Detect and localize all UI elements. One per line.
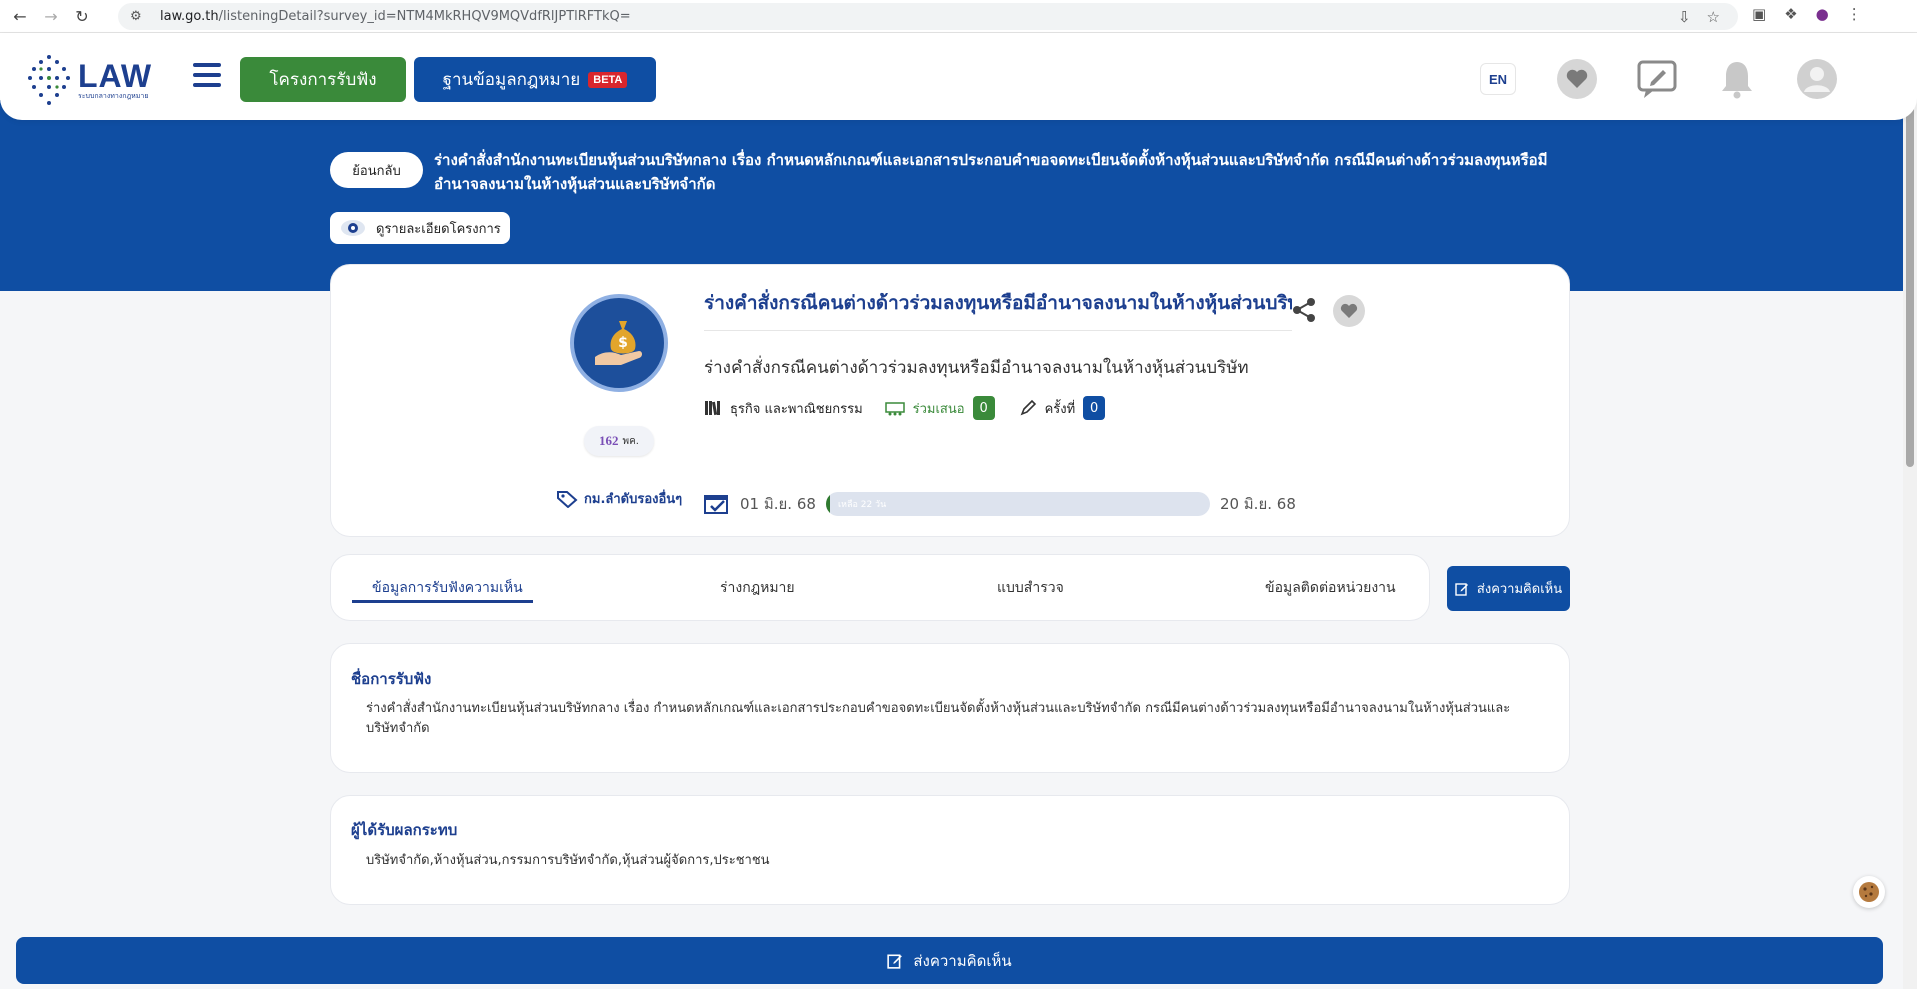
notification-bell-icon[interactable] bbox=[1716, 58, 1758, 100]
affected-parties-card bbox=[330, 795, 1570, 905]
page-scrollbar[interactable] bbox=[1903, 33, 1917, 989]
group-icon bbox=[884, 402, 905, 416]
beta-badge: BETA bbox=[588, 71, 628, 88]
send-comment-label: ส่งความคิดเห็น bbox=[1476, 582, 1563, 597]
tab-hearing-info[interactable]: ข้อมูลการรับฟังความเห็น bbox=[372, 577, 523, 599]
user-avatar-icon[interactable] bbox=[1796, 58, 1838, 100]
books-icon bbox=[705, 401, 720, 416]
nav-listening-projects-button[interactable]: โครงการรับฟัง bbox=[240, 57, 406, 102]
nav-listening-label: โครงการรับฟัง bbox=[269, 70, 377, 90]
start-date: 01 มิ.ย. 68 bbox=[740, 495, 816, 513]
bookmark-star-icon[interactable]: ☆ bbox=[1707, 8, 1720, 26]
affected-parties-title: ผู้ได้รับผลกระทบ bbox=[351, 821, 458, 839]
ministry-badge: 162 พค. bbox=[584, 426, 654, 456]
logo-subtext: ระบบกลางทางกฎหมาย bbox=[78, 92, 149, 100]
send-comment-footer-button[interactable]: ส่งความคิดเห็น bbox=[16, 937, 1883, 984]
badge-number: 162 bbox=[599, 433, 619, 448]
cookie-settings-icon[interactable] bbox=[1853, 876, 1885, 908]
edit-icon bbox=[887, 953, 903, 969]
subject-title: ร่างคำสั่งกรณีคนต่างด้าวร่วมลงทุนหรือมีอ… bbox=[704, 288, 1292, 331]
law-type-label: กม.ลำดับรองอื่นๆ bbox=[584, 492, 683, 507]
end-date: 20 มิ.ย. 68 bbox=[1219, 495, 1296, 513]
view-project-details-label: ดูรายละเอียดโครงการ bbox=[376, 221, 501, 237]
site-info-icon[interactable]: ⚙ bbox=[130, 9, 146, 25]
progress-fill bbox=[825, 492, 830, 516]
nav-law-database-button[interactable]: ฐานข้อมูลกฎหมาย BETA bbox=[414, 57, 656, 102]
address-bar[interactable]: ⚙ law.go.th/listeningDetail?survey_id=NT… bbox=[118, 3, 1738, 30]
url-host: law.go.th bbox=[160, 9, 219, 24]
share-icon[interactable] bbox=[1292, 297, 1316, 323]
hearing-name-title: ชื่อการรับฟัง bbox=[351, 670, 432, 688]
favorites-heart-icon[interactable] bbox=[1556, 58, 1598, 100]
hamburger-menu-icon[interactable] bbox=[193, 63, 221, 87]
svg-text:$: $ bbox=[618, 335, 628, 351]
active-tab-indicator bbox=[352, 600, 533, 603]
money-bag-icon: $ bbox=[570, 294, 668, 392]
logo-text: LAW bbox=[78, 58, 153, 94]
browser-toolbar: ← → ↻ ⚙ law.go.th/listeningDetail?survey… bbox=[0, 0, 1917, 33]
hearing-name-body: ร่างคำสั่งสำนักงานทะเบียนหุ้นส่วนบริษัทก… bbox=[366, 701, 1511, 736]
forward-arrow-icon[interactable]: → bbox=[40, 5, 62, 27]
back-arrow-icon[interactable]: ← bbox=[9, 5, 31, 27]
tab-draft-law[interactable]: ร่างกฎหมาย bbox=[720, 577, 795, 599]
view-project-details-button[interactable]: ดูรายละเอียดโครงการ bbox=[330, 212, 510, 244]
back-button[interactable]: ย้อนกลับ bbox=[330, 152, 423, 188]
profile-icon[interactable]: ● bbox=[1816, 5, 1829, 23]
favorite-heart-icon[interactable] bbox=[1333, 295, 1365, 327]
reload-icon[interactable]: ↻ bbox=[71, 5, 93, 27]
site-logo[interactable]: LAW ระบบกลางทางกฎหมาย bbox=[26, 53, 152, 107]
badge-suffix: พค. bbox=[622, 435, 639, 447]
url-text[interactable]: law.go.th/listeningDetail?survey_id=NTM4… bbox=[160, 9, 631, 24]
tag-icon bbox=[557, 490, 578, 508]
times-label: ครั้งที่ bbox=[1044, 401, 1076, 417]
listening-period: 01 มิ.ย. 68 เหลือ 22 วัน 20 มิ.ย. 68 bbox=[704, 492, 1296, 516]
extension-icon[interactable]: ▣ bbox=[1752, 5, 1766, 23]
category-label: ธุรกิจ และพาณิชยกรรม bbox=[730, 401, 863, 417]
feedback-chat-icon[interactable] bbox=[1636, 58, 1678, 100]
remaining-days-label: เหลือ 22 วัน bbox=[837, 500, 887, 510]
edit-icon bbox=[1455, 582, 1468, 596]
calendar-check-icon bbox=[704, 495, 728, 514]
send-comment-footer-label: ส่งความคิดเห็น bbox=[913, 951, 1012, 970]
nav-law-database-label: ฐานข้อมูลกฎหมาย bbox=[442, 70, 581, 90]
times-count: 0 bbox=[1083, 396, 1106, 420]
url-path: /listeningDetail?survey_id=NTM4MkRHQV9MQ… bbox=[218, 9, 631, 24]
listening-progress-bar: เหลือ 22 วัน bbox=[825, 492, 1210, 516]
language-toggle[interactable]: EN bbox=[1480, 63, 1516, 95]
join-label: ร่วมเสนอ bbox=[912, 401, 965, 417]
send-comment-button[interactable]: ส่งความคิดเห็น bbox=[1447, 566, 1570, 611]
subject-meta: ธุรกิจ และพาณิชยกรรม ร่วมเสนอ 0 ครั้งที่… bbox=[704, 396, 1106, 420]
tab-agency-contact[interactable]: ข้อมูลติดต่อหน่วยงาน bbox=[1265, 577, 1396, 599]
install-app-icon[interactable]: ⇩ bbox=[1678, 8, 1691, 26]
back-button-label: ย้อนกลับ bbox=[352, 163, 401, 179]
tab-survey[interactable]: แบบสำรวจ bbox=[997, 577, 1064, 599]
banner-title: ร่างคำสั่งสำนักงานทะเบียนหุ้นส่วนบริษัทก… bbox=[434, 151, 1548, 193]
logo-dots-icon bbox=[28, 55, 70, 105]
law-type-tag[interactable]: กม.ลำดับรองอื่นๆ bbox=[556, 488, 682, 509]
join-count: 0 bbox=[972, 396, 995, 420]
puzzle-extensions-icon[interactable]: ❖ bbox=[1784, 5, 1797, 23]
affected-parties-body: บริษัทจำกัด,ห้างหุ้นส่วน,กรรมการบริษัทจำ… bbox=[366, 853, 770, 868]
more-menu-icon[interactable]: ⋮ bbox=[1847, 5, 1862, 23]
pen-icon bbox=[1020, 399, 1036, 416]
eye-icon bbox=[341, 220, 365, 236]
subject-description: ร่างคำสั่งกรณีคนต่างด้าวร่วมลงทุนหรือมีอ… bbox=[704, 358, 1249, 378]
